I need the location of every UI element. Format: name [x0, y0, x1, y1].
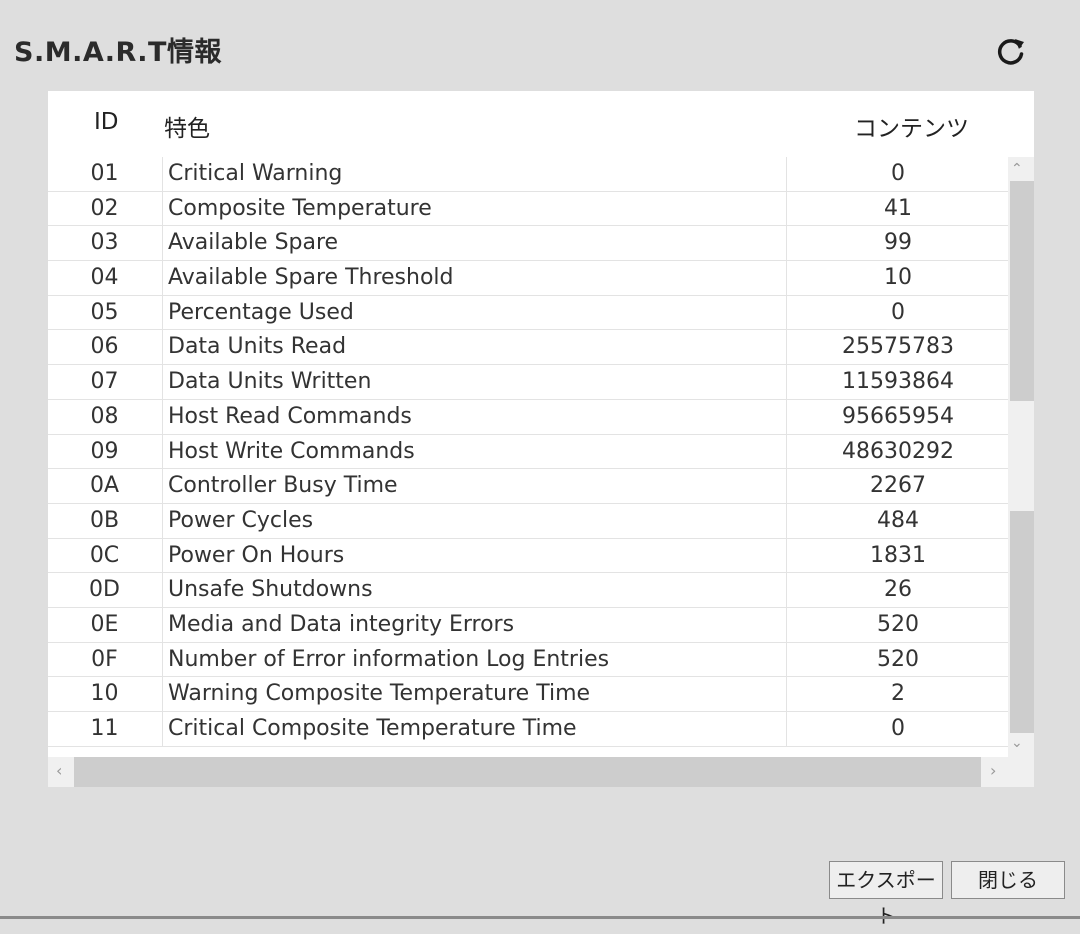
cell-value: 11593864 — [842, 369, 954, 395]
header-value[interactable]: コンテンツ — [854, 109, 969, 143]
cell-attribute: Composite Temperature — [168, 195, 432, 221]
table-row[interactable]: 05 Percentage Used 0 — [48, 296, 1008, 331]
cell-value: 520 — [877, 646, 919, 672]
chevron-left-icon[interactable]: ‹ — [56, 761, 62, 780]
cell-id: 02 — [90, 195, 119, 221]
cell-attribute: Host Read Commands — [168, 403, 412, 429]
cell-value: 99 — [884, 230, 912, 256]
cell-id: 0C — [89, 542, 120, 568]
cell-value: 95665954 — [842, 403, 954, 429]
table-row[interactable]: 10 Warning Composite Temperature Time 2 — [48, 677, 1008, 712]
table-row[interactable]: 08 Host Read Commands 95665954 — [48, 400, 1008, 435]
cell-attribute: Unsafe Shutdowns — [168, 577, 373, 603]
cell-attribute: Data Units Written — [168, 369, 372, 395]
table-row[interactable]: 04 Available Spare Threshold 10 — [48, 261, 1008, 296]
cell-id: 06 — [90, 334, 119, 360]
column-divider — [162, 157, 163, 746]
table-row[interactable]: 09 Host Write Commands 48630292 — [48, 435, 1008, 470]
refresh-icon[interactable] — [993, 34, 1029, 70]
table-row[interactable]: 01 Critical Warning 0 — [48, 157, 1008, 192]
vertical-scroll-thumb[interactable] — [1010, 511, 1034, 733]
cell-attribute: Available Spare Threshold — [168, 265, 454, 291]
cell-value: 0 — [891, 299, 905, 325]
export-button[interactable]: エクスポート — [829, 861, 943, 928]
cell-value: 2 — [891, 681, 905, 707]
cell-attribute: Host Write Commands — [168, 438, 415, 464]
cell-attribute: Power Cycles — [168, 507, 314, 533]
cell-id: 05 — [90, 299, 119, 325]
table-row[interactable]: 0C Power On Hours 1831 — [48, 539, 1008, 574]
cell-attribute: Power On Hours — [168, 542, 345, 568]
cell-attribute: Number of Error information Log Entries — [168, 646, 610, 672]
cell-id: 10 — [90, 681, 119, 707]
cell-value: 41 — [884, 195, 912, 221]
cell-value: 48630292 — [842, 438, 954, 464]
cell-attribute: Percentage Used — [168, 299, 354, 325]
cell-attribute: Controller Busy Time — [168, 473, 398, 499]
cell-attribute: Available Spare — [168, 230, 339, 256]
cell-id: 07 — [90, 369, 119, 395]
cell-id: 0E — [90, 611, 119, 637]
table-row[interactable]: 0B Power Cycles 484 — [48, 504, 1008, 539]
table-row[interactable]: 03 Available Spare 99 — [48, 226, 1008, 262]
chevron-up-icon[interactable]: ⌃ — [1011, 161, 1023, 177]
cell-value: 25575783 — [842, 334, 954, 360]
cell-attribute: Data Units Read — [168, 334, 347, 360]
cell-id: 09 — [90, 438, 119, 464]
close-button[interactable]: 閉じる — [951, 861, 1065, 899]
table-row[interactable]: 07 Data Units Written 11593864 — [48, 365, 1008, 400]
table-row[interactable]: 0E Media and Data integrity Errors 520 — [48, 608, 1008, 643]
cell-id: 0F — [91, 646, 118, 672]
table-header: ID 特色 コンテンツ — [48, 91, 1034, 155]
cell-attribute: Critical Warning — [168, 161, 343, 186]
cell-value: 520 — [877, 611, 919, 637]
cell-value: 10 — [884, 265, 912, 291]
cell-id: 04 — [90, 265, 119, 291]
column-divider — [786, 157, 787, 746]
cell-value: 0 — [891, 161, 905, 186]
dialog-title: S.M.A.R.T情報 — [14, 37, 222, 68]
cell-id: 0D — [89, 577, 120, 603]
cell-value: 26 — [884, 577, 912, 603]
cell-id: 08 — [90, 403, 119, 429]
horizontal-scroll-thumb[interactable] — [74, 757, 981, 787]
cell-id: 0A — [89, 473, 120, 499]
table-body: 01 Critical Warning 0 02 Composite Temperatu… — [48, 157, 1008, 747]
chevron-right-icon[interactable]: › — [990, 761, 996, 780]
cell-value: 1831 — [870, 542, 926, 568]
cell-attribute: Media and Data integrity Errors — [168, 611, 515, 637]
header-attribute[interactable]: 特色 — [164, 109, 210, 143]
cell-value: 484 — [877, 507, 919, 533]
table-row[interactable]: 0D Unsafe Shutdowns 26 — [48, 573, 1008, 608]
table-row[interactable]: 11 Critical Composite Temperature Time 0 — [48, 712, 1008, 747]
cell-id: 01 — [90, 161, 119, 186]
vertical-scroll-thumb[interactable] — [1010, 181, 1034, 401]
table-row[interactable]: 0A Controller Busy Time 2267 — [48, 469, 1008, 504]
smart-table-panel: ID 特色 コンテンツ 01 Critical Warning 0 02 Composi… — [48, 91, 1034, 787]
cell-value: 2267 — [870, 473, 926, 499]
header-id[interactable]: ID — [94, 109, 119, 135]
table-row[interactable]: 06 Data Units Read 25575783 — [48, 330, 1008, 366]
cell-attribute: Critical Composite Temperature Time — [168, 716, 577, 741]
table-row[interactable]: 02 Composite Temperature 41 — [48, 192, 1008, 227]
cell-value: 0 — [891, 716, 905, 741]
cell-id: 11 — [90, 716, 119, 741]
chevron-down-icon[interactable]: ⌄ — [1011, 735, 1023, 751]
cell-id: 0B — [89, 507, 120, 533]
table-row[interactable]: 0F Number of Error information Log Entrie… — [48, 643, 1008, 678]
cell-attribute: Warning Composite Temperature Time — [168, 681, 591, 707]
cell-id: 03 — [90, 230, 119, 256]
